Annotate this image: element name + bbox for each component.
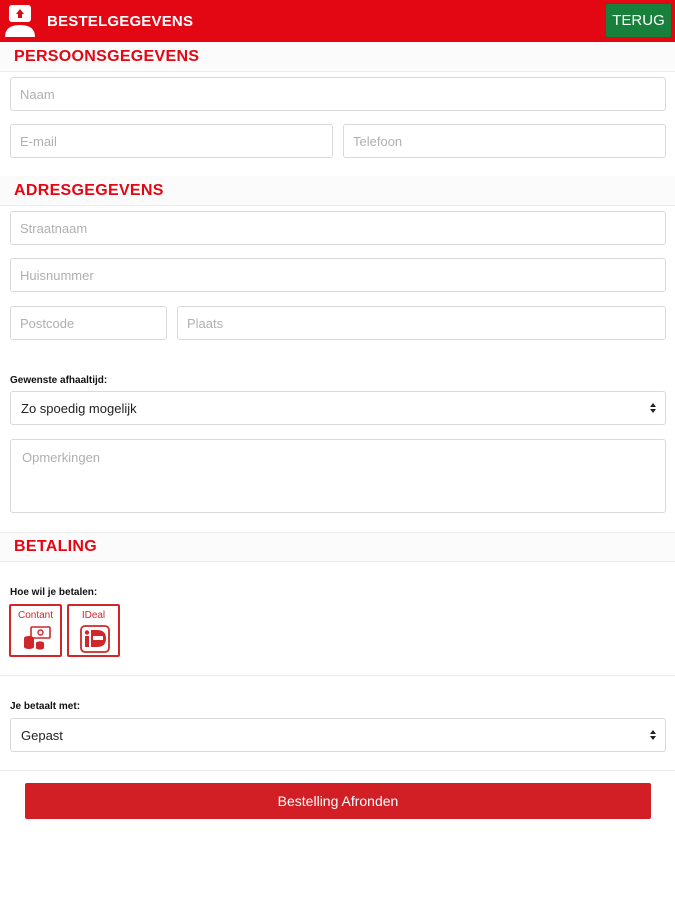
payment-option-label: Contant — [17, 610, 54, 621]
postcode-input[interactable] — [10, 306, 167, 340]
section-heading: ADRESGEGEVENS — [14, 182, 164, 199]
pay-with-select[interactable]: Gepast — [10, 718, 666, 752]
complete-order-button[interactable]: Bestelling Afronden — [25, 783, 651, 819]
name-input[interactable] — [10, 77, 666, 111]
select-arrows-icon — [650, 730, 656, 740]
payment-method-label: Hoe wil je betalen: — [10, 587, 98, 598]
section-address: ADRESGEGEVENS — [0, 176, 675, 206]
street-input[interactable] — [10, 211, 666, 245]
divider — [0, 770, 675, 771]
phone-input[interactable] — [343, 124, 666, 158]
divider — [0, 675, 675, 676]
user-logo-icon — [5, 5, 35, 37]
section-payment: BETALING — [0, 532, 675, 562]
pickup-time-value: Zo spoedig mogelijk — [21, 400, 137, 416]
cash-icon — [24, 626, 51, 650]
back-button[interactable]: TERUG — [605, 3, 672, 38]
housenumber-input[interactable] — [10, 258, 666, 292]
payment-option-label: IDeal — [81, 610, 106, 621]
city-input[interactable] — [177, 306, 666, 340]
page-title: BESTELGEGEVENS — [47, 13, 194, 30]
pickup-time-select[interactable]: Zo spoedig mogelijk — [10, 391, 666, 425]
remarks-textarea[interactable] — [10, 439, 666, 513]
section-heading: BETALING — [14, 538, 97, 555]
pay-with-value: Gepast — [21, 727, 63, 743]
app-header: BESTELGEGEVENS TERUG — [0, 0, 675, 42]
ideal-icon — [80, 625, 110, 653]
pay-with-label: Je betaalt met: — [10, 701, 81, 712]
email-input[interactable] — [10, 124, 333, 158]
pickup-time-label: Gewenste afhaaltijd: — [10, 375, 108, 386]
payment-option-ideal[interactable]: IDeal — [67, 604, 120, 657]
select-arrows-icon — [650, 403, 656, 413]
payment-option-cash[interactable]: Contant — [9, 604, 62, 657]
section-personal: PERSOONSGEGEVENS — [0, 42, 675, 72]
section-heading: PERSOONSGEGEVENS — [14, 48, 200, 65]
